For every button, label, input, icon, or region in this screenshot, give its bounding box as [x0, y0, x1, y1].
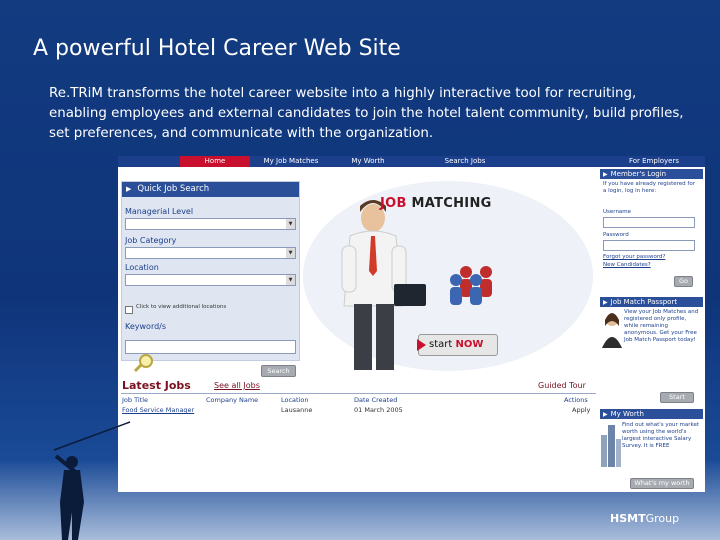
latest-jobs-title: Latest Jobs	[122, 379, 191, 392]
nav-my-worth[interactable]: My Worth	[333, 156, 403, 167]
job-passport-title: Job Match Passport	[610, 298, 678, 306]
top-navigation: Home My Job Matches My Worth Search Jobs…	[118, 156, 705, 167]
nav-home[interactable]: Home	[180, 156, 250, 167]
fisherman-silhouette	[53, 421, 131, 540]
whats-my-worth-button[interactable]: What's my worth	[630, 478, 694, 489]
search-button[interactable]: Search	[261, 365, 296, 377]
quick-job-search-title: Quick Job Search	[137, 184, 210, 194]
job-passport-text: View your Job Matches and registered onl…	[624, 309, 699, 343]
logo-part-b: Group	[645, 512, 680, 525]
password-input[interactable]	[603, 240, 695, 251]
chevron-down-icon: ▼	[286, 248, 295, 258]
chevron-down-icon: ▼	[286, 275, 295, 285]
keywords-label: Keyword/s	[125, 322, 167, 331]
my-worth-header: ▶ My Worth	[600, 409, 703, 419]
members-login-title: Member's Login	[610, 170, 667, 178]
date-created-cell: 01 March 2005	[354, 406, 403, 414]
logo-part-a: HSMT	[610, 512, 646, 525]
apply-link[interactable]: Apply	[572, 406, 590, 414]
woman-portrait	[602, 313, 622, 348]
col-actions: Actions	[564, 396, 588, 404]
members-login-intro: If you have already registered for a log…	[603, 181, 695, 194]
job-matching-heading: JOB MATCHING	[380, 196, 492, 211]
slide-title: A powerful Hotel Career Web Site	[33, 36, 401, 61]
username-label: Username	[603, 209, 632, 215]
divider	[121, 393, 596, 394]
start-now-label: start	[429, 339, 453, 350]
members-login-header: ▶ Member's Login	[600, 169, 703, 179]
nav-for-employers[interactable]: For Employers	[608, 156, 700, 167]
col-company-name: Company Name	[206, 396, 259, 404]
job-category-select[interactable]: ▼	[125, 247, 296, 259]
managerial-level-label: Managerial Level	[125, 207, 194, 216]
magnifier-icon	[133, 354, 153, 373]
forgot-password-link[interactable]: Forgot your password?	[603, 254, 665, 261]
play-arrow-icon	[417, 339, 426, 351]
see-all-jobs-link[interactable]: See all Jobs	[214, 381, 260, 390]
job-category-label: Job Category	[125, 236, 177, 245]
passport-start-now-button[interactable]: Start Now	[660, 392, 694, 410]
arrow-right-icon: ▶	[126, 185, 132, 193]
password-label: Password	[603, 232, 629, 238]
col-date-created: Date Created	[354, 396, 398, 404]
slide-body: Re.TRiM transforms the hotel career webs…	[49, 86, 684, 141]
website-screenshot: Home My Job Matches My Worth Search Jobs…	[118, 156, 705, 492]
my-worth-title: My Worth	[610, 410, 644, 418]
job-matching-heading-red: JOB	[380, 196, 407, 211]
arrow-right-icon: ▶	[603, 299, 608, 306]
col-location: Location	[281, 396, 309, 404]
my-worth-text: Find out what's your market worth using …	[622, 422, 700, 449]
additional-locations-label: Click to view additional locations	[136, 304, 227, 310]
arrow-right-icon: ▶	[603, 411, 608, 418]
nav-my-job-matches[interactable]: My Job Matches	[253, 156, 329, 167]
hsmt-group-logo: HSMTGroup	[610, 512, 679, 525]
additional-locations-checkbox[interactable]	[125, 306, 133, 314]
location-select[interactable]: ▼	[125, 274, 296, 286]
location-label: Location	[125, 263, 159, 272]
quick-job-search-header: ▶ Quick Job Search	[122, 182, 299, 197]
job-passport-header: ▶ Job Match Passport	[600, 297, 703, 307]
managerial-level-select[interactable]: ▼	[125, 218, 296, 230]
col-job-title: Job Title	[122, 396, 149, 404]
username-input[interactable]	[603, 217, 695, 228]
start-now-button[interactable]: start NOW	[417, 334, 498, 356]
start-now-accent: NOW	[455, 339, 484, 350]
quick-job-search-panel: ▶ Quick Job Search Managerial Level ▼ Job…	[121, 181, 300, 377]
chevron-down-icon: ▼	[286, 219, 295, 229]
guided-tour-link[interactable]: Guided Tour	[538, 381, 586, 390]
job-matching-heading-dark: MATCHING	[411, 196, 492, 211]
new-candidates-link[interactable]: New Candidates?	[603, 262, 651, 269]
go-button[interactable]: Go	[674, 276, 693, 287]
arrow-right-icon: ▶	[603, 171, 608, 178]
nav-search-jobs[interactable]: Search Jobs	[418, 156, 512, 167]
job-title-link[interactable]: Food Service Manager	[122, 406, 194, 414]
city-buildings-image	[601, 425, 621, 467]
location-cell: Lausanne	[281, 406, 313, 414]
